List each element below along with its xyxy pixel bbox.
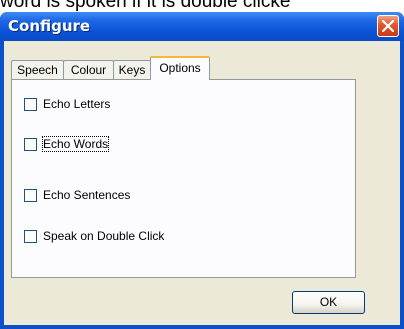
tab-keys[interactable]: Keys	[113, 60, 151, 79]
speak-on-double-click-label[interactable]: Speak on Double Click	[43, 229, 164, 243]
echo-sentences-checkbox[interactable]	[24, 189, 37, 202]
speak-on-double-click-checkbox[interactable]	[24, 230, 37, 243]
close-icon	[382, 20, 394, 32]
echo-sentences-label[interactable]: Echo Sentences	[43, 188, 130, 202]
tab-speech[interactable]: Speech	[11, 60, 64, 79]
echo-letters-label[interactable]: Echo Letters	[43, 97, 110, 111]
window-title: Configure	[8, 17, 90, 35]
title-bar[interactable]: Configure	[0, 12, 404, 41]
tab-options[interactable]: Options	[150, 56, 210, 80]
options-tab-panel: Echo Letters Echo Words Echo Sentences S…	[11, 79, 356, 278]
configure-dialog: Configure Speech Colour Keys Options Ech…	[0, 12, 404, 329]
echo-words-label[interactable]: Echo Words	[43, 137, 108, 151]
echo-letters-checkbox[interactable]	[24, 98, 37, 111]
dialog-body: Speech Colour Keys Options Echo Letters …	[4, 41, 400, 325]
close-button[interactable]	[377, 15, 399, 37]
ok-button[interactable]: OK	[292, 291, 365, 314]
tab-colour[interactable]: Colour	[63, 60, 114, 79]
echo-words-checkbox[interactable]	[24, 138, 37, 151]
